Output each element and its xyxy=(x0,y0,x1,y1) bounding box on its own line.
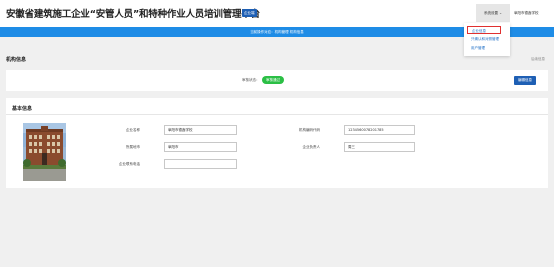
system-settings-menu[interactable]: 系统设置 ⌄ xyxy=(476,4,510,22)
current-user-name[interactable]: 阜阳市德鑫学校 xyxy=(514,4,539,22)
building-image xyxy=(23,123,66,181)
company-photo xyxy=(23,123,66,181)
contact-label: 企业联系电话 xyxy=(119,162,140,166)
credit-code-label: 机构编码代码 xyxy=(299,128,320,132)
dropdown-item-confirm-management[interactable]: 只确认和对照管理 xyxy=(467,35,501,43)
section-divider xyxy=(6,114,548,115)
contact-field[interactable] xyxy=(164,159,237,169)
dropdown-item-company-info[interactable]: 企业信息 xyxy=(467,26,501,34)
city-label: 所属地市 xyxy=(126,145,140,149)
settings-dropdown: 企业信息 只确认和对照管理 用户管理 xyxy=(464,23,510,56)
edit-info-button[interactable]: 编辑信息 xyxy=(514,76,536,85)
city-field[interactable]: 阜阳市 xyxy=(164,142,237,152)
credit-code-field[interactable]: 1234560078201785 xyxy=(344,125,415,135)
platform-title: 安徽省建筑施工企业“安管人员”和特种作业人员培训管理平台 xyxy=(6,9,260,20)
org-info-panel: 审核状态： 审核通过 编辑信息 xyxy=(6,70,548,91)
back-link[interactable]: 后续信息 xyxy=(531,57,545,62)
dropdown-item-user-management[interactable]: 用户管理 xyxy=(467,44,501,52)
portal-badge: 企业端 xyxy=(242,9,257,17)
review-status-badge: 审核通过 xyxy=(262,76,284,84)
review-status-label: 审核状态： xyxy=(242,78,260,82)
legal-person-field[interactable]: 周三 xyxy=(344,142,415,152)
basic-info-panel: 基本信息 企业名称 阜阳市德鑫学校 机构编码代码 123456007820178… xyxy=(6,98,548,188)
company-name-field[interactable]: 阜阳市德鑫学校 xyxy=(164,125,237,135)
legal-person-label: 企业负责人 xyxy=(302,145,321,149)
org-info-heading: 机构信息 xyxy=(6,57,27,63)
basic-info-heading: 基本信息 xyxy=(12,106,33,112)
company-name-label: 企业名称 xyxy=(126,128,140,132)
